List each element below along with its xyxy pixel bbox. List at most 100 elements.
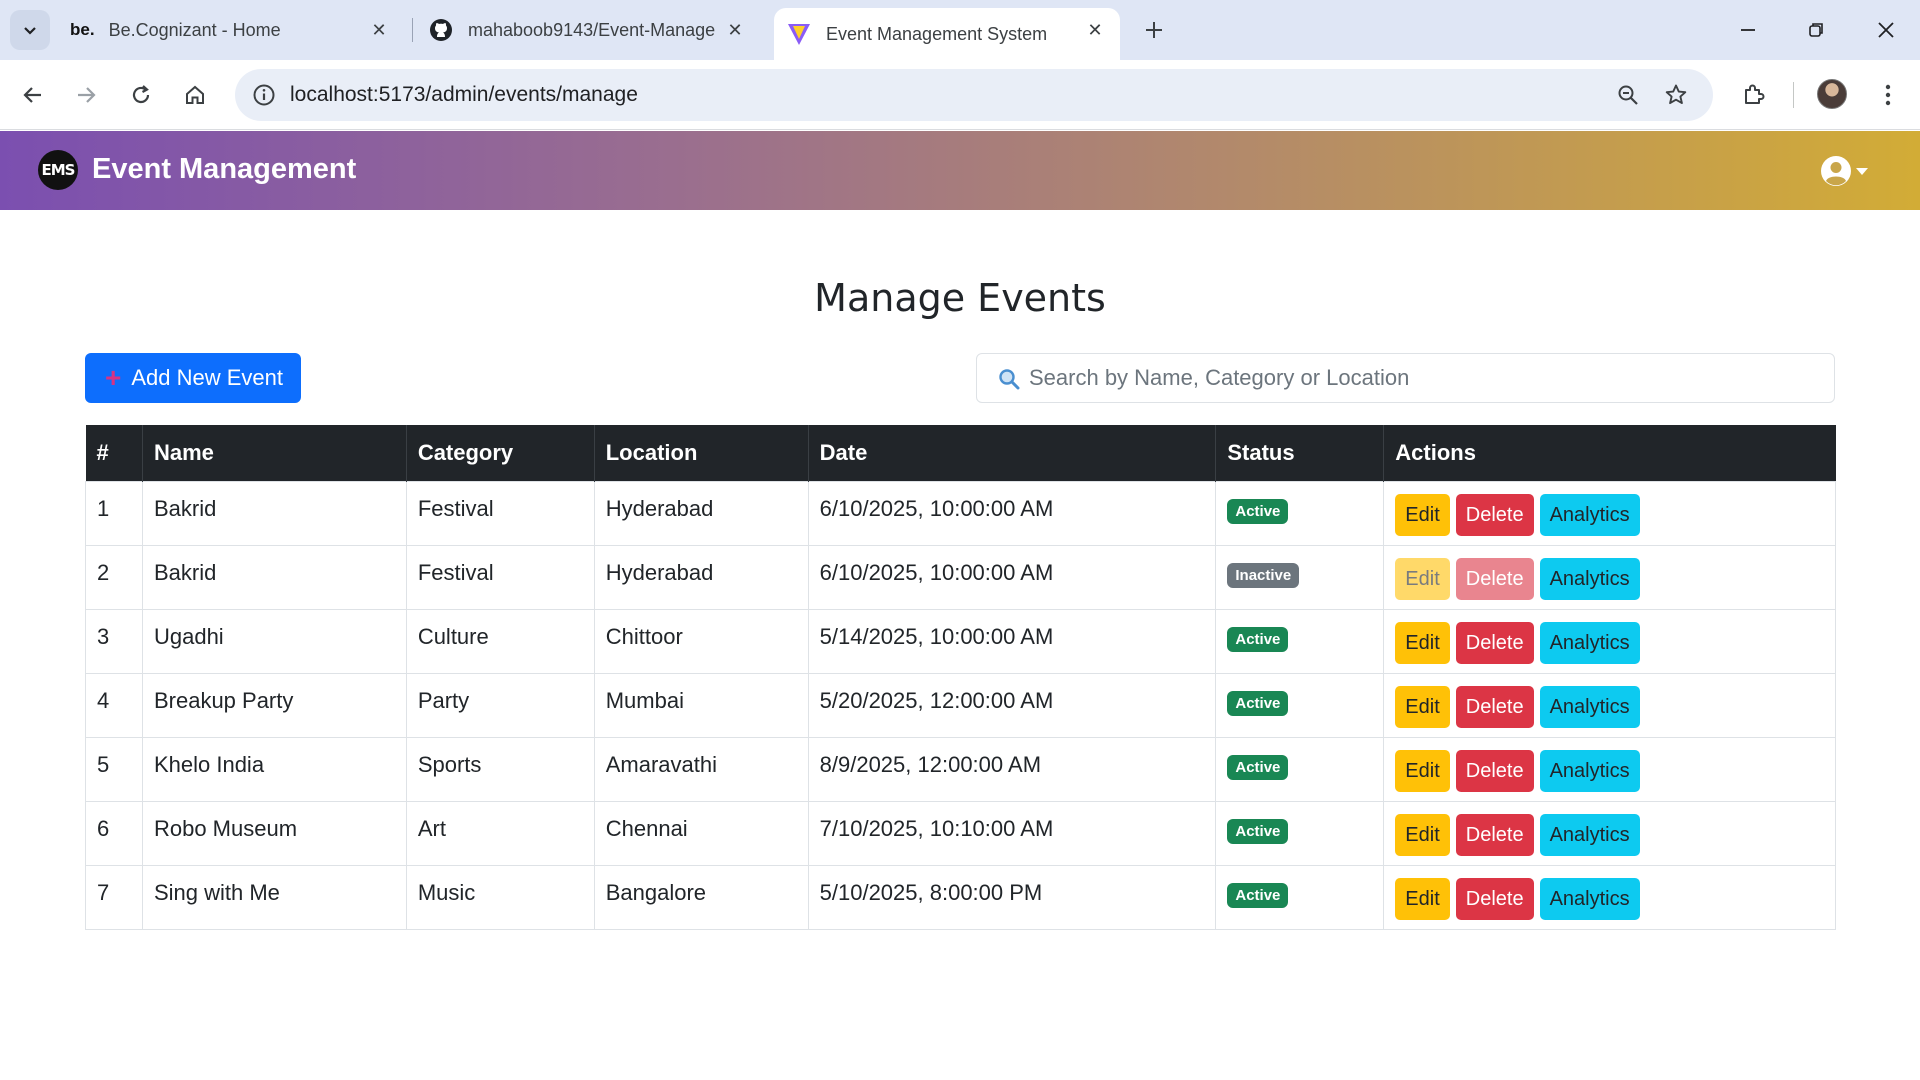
add-new-event-button[interactable]: + Add New Event <box>85 353 301 403</box>
arrow-left-icon <box>23 87 41 103</box>
tab-event-management[interactable]: Event Management System ✕ <box>774 8 1120 60</box>
edit-button[interactable]: Edit <box>1395 813 1450 856</box>
user-circle-icon <box>1821 156 1851 186</box>
cell-location: Hyderabad <box>593 544 809 610</box>
cell-status: Inactive <box>1215 544 1385 610</box>
table-row: 3 Ugadhi Culture Chittoor 5/14/2025, 10:… <box>85 608 1836 674</box>
reload-button[interactable] <box>121 75 161 115</box>
edit-button[interactable]: Edit <box>1395 877 1450 920</box>
site-info-icon[interactable] <box>249 80 279 110</box>
cell-name: Robo Museum <box>141 800 407 866</box>
delete-button[interactable]: Delete <box>1455 877 1534 920</box>
close-icon[interactable]: ✕ <box>1084 19 1106 41</box>
cell-actions: Edit Delete Analytics <box>1383 480 1836 546</box>
delete-button[interactable]: Delete <box>1455 685 1534 728</box>
cell-category: Art <box>405 800 595 866</box>
column-header-number: # <box>85 425 143 481</box>
cell-name: Bakrid <box>141 480 407 546</box>
status-badge: Inactive <box>1227 562 1300 588</box>
toolbar-divider <box>1793 82 1794 108</box>
column-header-category: Category <box>406 425 595 481</box>
edit-button[interactable]: Edit <box>1395 493 1450 536</box>
star-icon[interactable] <box>1661 80 1691 110</box>
table-row: 4 Breakup Party Party Mumbai 5/20/2025, … <box>85 672 1836 738</box>
chevron-down-icon <box>24 27 36 35</box>
status-badge: Active <box>1227 754 1289 780</box>
home-icon <box>186 85 204 104</box>
cell-status: Active <box>1215 672 1385 738</box>
analytics-button[interactable]: Analytics <box>1539 685 1640 728</box>
analytics-button[interactable]: Analytics <box>1539 621 1640 664</box>
restore-button[interactable] <box>1788 8 1844 52</box>
search-input[interactable] <box>1029 354 1819 402</box>
cell-name: Bakrid <box>141 544 407 610</box>
edit-button[interactable]: Edit <box>1395 749 1450 792</box>
tab-search-button[interactable] <box>10 10 50 50</box>
table-row: 5 Khelo India Sports Amaravathi 8/9/2025… <box>85 736 1836 802</box>
add-new-event-label: Add New Event <box>131 365 283 390</box>
cell-number: 1 <box>85 480 143 546</box>
plus-icon: + <box>105 362 122 393</box>
zoom-icon[interactable] <box>1613 80 1643 110</box>
cell-status: Active <box>1215 800 1385 866</box>
extensions-button[interactable] <box>1734 75 1774 115</box>
back-button[interactable] <box>13 75 53 115</box>
address-bar[interactable]: localhost:5173/admin/events/manage <box>235 69 1713 121</box>
analytics-button[interactable]: Analytics <box>1539 557 1640 600</box>
analytics-button[interactable]: Analytics <box>1539 877 1640 920</box>
window-close-button[interactable] <box>1858 8 1914 52</box>
cell-date: 6/10/2025, 10:00:00 AM <box>807 480 1217 546</box>
cell-location: Chittoor <box>593 608 809 674</box>
puzzle-icon <box>1745 84 1765 104</box>
cell-date: 5/10/2025, 8:00:00 PM <box>807 864 1217 930</box>
profile-avatar[interactable] <box>1817 79 1847 109</box>
vite-icon <box>786 21 812 47</box>
brand-logo[interactable]: EMS <box>38 150 78 190</box>
cell-category: Sports <box>405 736 595 802</box>
browser-menu-button[interactable] <box>1868 75 1908 115</box>
analytics-button[interactable]: Analytics <box>1539 493 1640 536</box>
delete-button[interactable]: Delete <box>1455 493 1534 536</box>
home-button[interactable] <box>175 75 215 115</box>
cell-category: Music <box>405 864 595 930</box>
page-title: Manage Events <box>814 276 1106 320</box>
delete-button[interactable]: Delete <box>1455 749 1534 792</box>
tab-github[interactable]: mahaboob9143/Event-Manage ✕ <box>420 8 760 52</box>
column-header-name: Name <box>142 425 407 481</box>
minimize-button[interactable] <box>1720 8 1776 52</box>
edit-button[interactable]: Edit <box>1395 621 1450 664</box>
cell-number: 2 <box>85 544 143 610</box>
tab-title: Event Management System <box>826 23 1048 44</box>
forward-button[interactable] <box>66 75 106 115</box>
edit-button[interactable]: Edit <box>1395 685 1450 728</box>
cell-status: Active <box>1215 480 1385 546</box>
cell-location: Bangalore <box>593 864 809 930</box>
column-header-actions: Actions <box>1383 425 1836 481</box>
close-icon[interactable]: ✕ <box>724 19 746 41</box>
delete-button[interactable]: Delete <box>1455 813 1534 856</box>
status-badge: Active <box>1227 626 1289 652</box>
cell-name: Ugadhi <box>141 608 407 674</box>
cell-date: 8/9/2025, 12:00:00 AM <box>807 736 1217 802</box>
tab-title: Be.Cognizant - Home <box>108 19 281 40</box>
close-icon[interactable]: ✕ <box>368 19 390 41</box>
cell-actions: Edit Delete Analytics <box>1383 608 1836 674</box>
brand-name[interactable]: Event Management <box>92 153 356 186</box>
analytics-button[interactable]: Analytics <box>1539 749 1640 792</box>
new-tab-button[interactable] <box>1136 12 1172 48</box>
github-icon <box>428 17 454 43</box>
status-badge: Active <box>1227 690 1289 716</box>
analytics-button[interactable]: Analytics <box>1539 813 1640 856</box>
tab-becognizant[interactable]: be. Be.Cognizant - Home ✕ <box>64 8 404 52</box>
search-icon <box>999 369 1020 390</box>
cell-status: Active <box>1215 736 1385 802</box>
cell-number: 4 <box>85 672 143 738</box>
delete-button[interactable]: Delete <box>1455 621 1534 664</box>
cell-date: 6/10/2025, 10:00:00 AM <box>807 544 1217 610</box>
cell-actions: Edit Delete Analytics <box>1383 672 1836 738</box>
url-text[interactable]: localhost:5173/admin/events/manage <box>290 83 638 107</box>
status-badge: Active <box>1227 882 1289 908</box>
restore-icon <box>1809 23 1823 37</box>
status-badge: Active <box>1227 818 1289 844</box>
user-menu-toggle[interactable] <box>1820 154 1872 188</box>
